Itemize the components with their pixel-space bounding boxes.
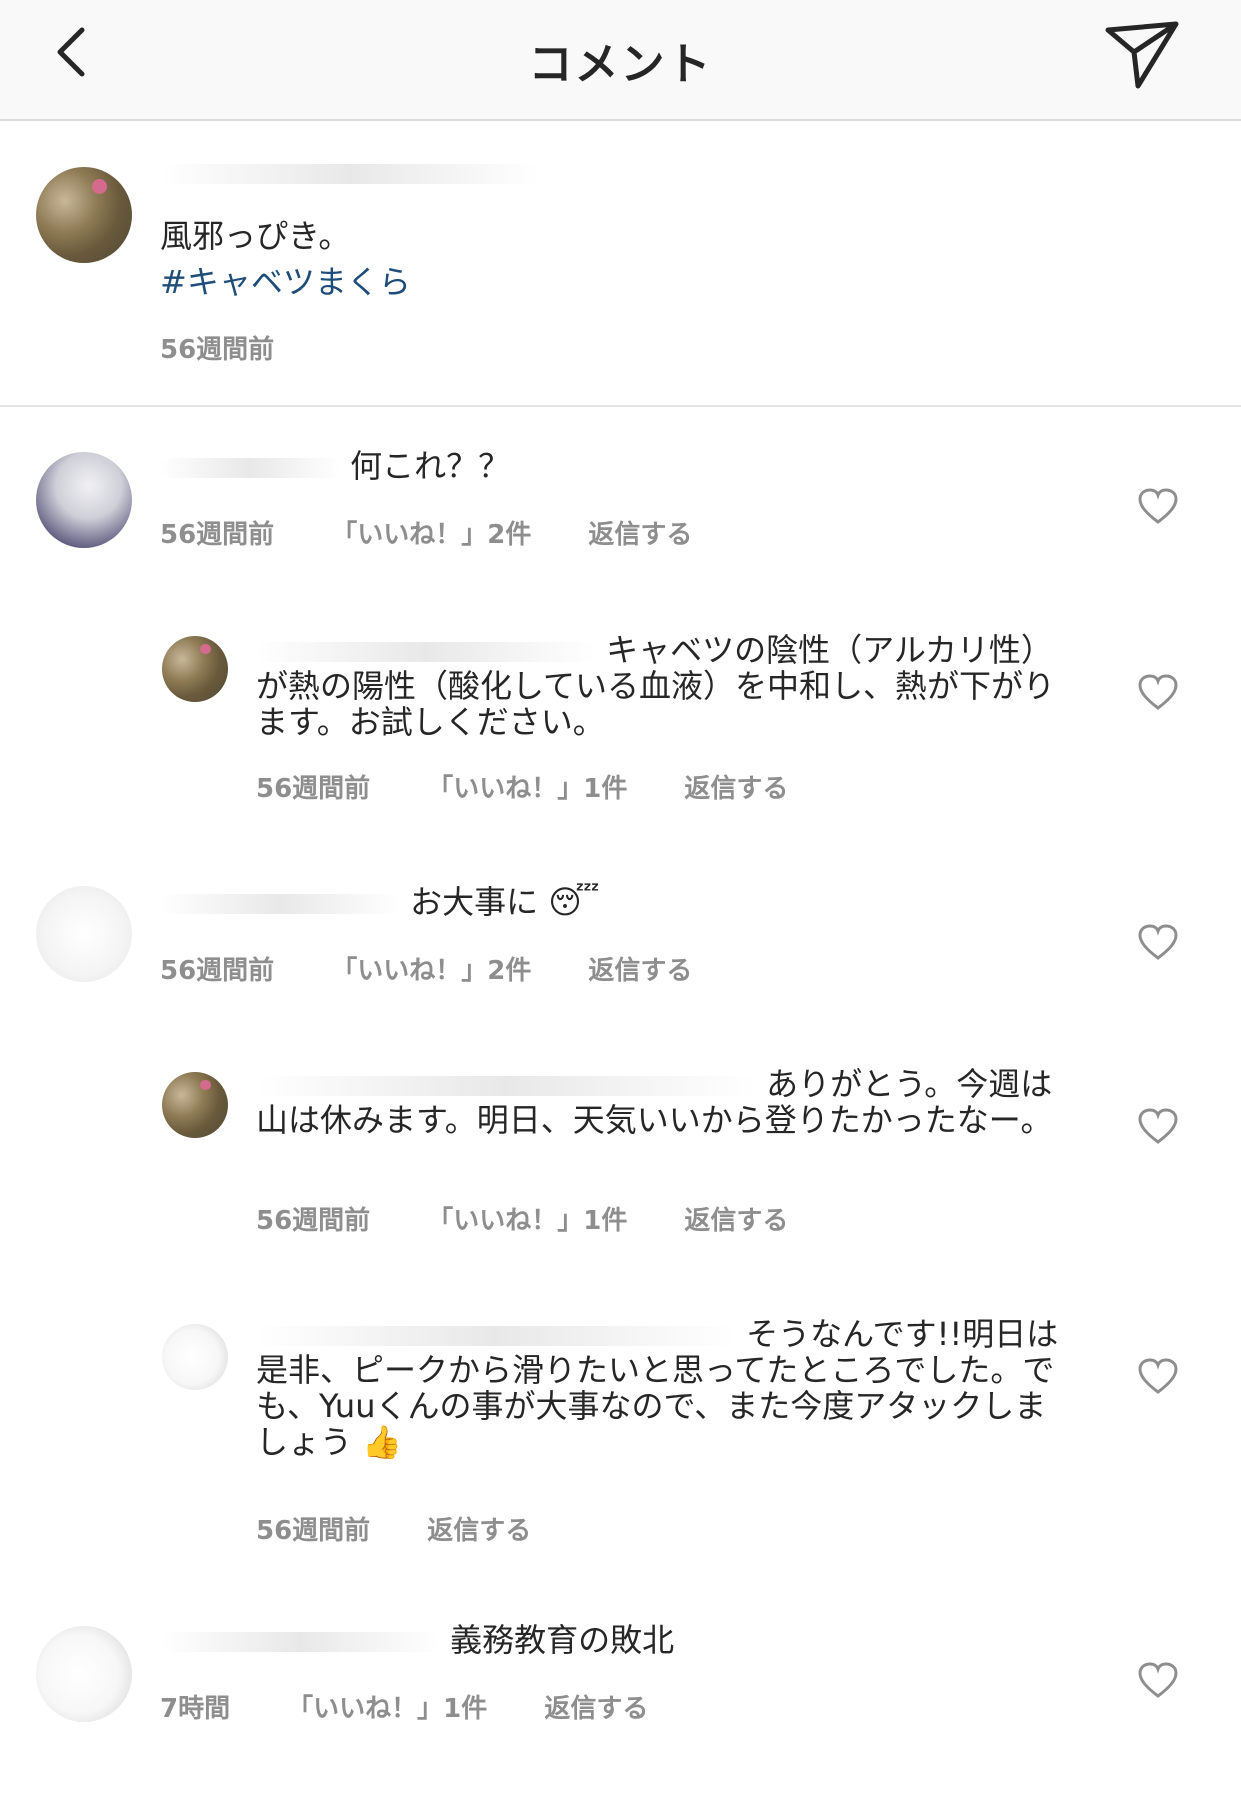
comment-meta: 56週間前 「いいね！」2件 返信する (160, 950, 740, 987)
comment-timestamp: 7時間 (160, 1694, 231, 1724)
comment-body: ありがとう。今週は山は休みます。明日、天気いいから登りたかったなー。 (256, 1066, 1076, 1138)
comment-body: 義務教育の敗北 (160, 1622, 674, 1658)
top-bar: コメント (0, 0, 1241, 121)
comment-meta: 56週間前 「いいね！」1件 返信する (256, 1200, 836, 1237)
commenter-avatar[interactable] (36, 1626, 132, 1722)
author-username-blurred (160, 163, 540, 184)
paper-plane-icon[interactable] (1100, 16, 1186, 96)
commenter-avatar[interactable] (162, 636, 228, 702)
comment-timestamp: 56週間前 (160, 956, 275, 986)
author-avatar[interactable] (36, 167, 132, 263)
comment-item: 義務教育の敗北 7時間 「いいね！」1件 返信する (0, 1614, 1241, 1734)
comment-meta: 7時間 「いいね！」1件 返信する (160, 1688, 696, 1725)
caption-hashtag-link[interactable]: #キャベツまくら (160, 259, 411, 305)
reply-button[interactable]: 返信する (684, 1200, 788, 1237)
likes-count-link[interactable]: 「いいね！」1件 (427, 1200, 627, 1237)
like-heart-icon[interactable] (1136, 672, 1180, 712)
comment-timestamp: 56週間前 (256, 1206, 371, 1236)
commenter-avatar[interactable] (162, 1072, 228, 1138)
comment-meta: 56週間前 返信する (256, 1510, 579, 1547)
comment-meta: 56週間前 「いいね！」2件 返信する (160, 514, 740, 551)
reply-comment-item: ありがとう。今週は山は休みます。明日、天気いいから登りたかったなー。 56週間前… (0, 1062, 1241, 1242)
comment-meta: 56週間前 「いいね！」1件 返信する (256, 768, 836, 805)
comment-timestamp: 56週間前 (256, 774, 371, 804)
commenter-username-blurred (256, 1076, 756, 1096)
like-heart-icon[interactable] (1136, 1356, 1180, 1396)
thumbs-up-emoji-icon: 👍 (362, 1423, 403, 1461)
caption-text: 風邪っぴき。 (160, 217, 351, 255)
likes-count-link[interactable]: 「いいね！」2件 (331, 514, 531, 551)
comment-body: お大事に 😴 (160, 884, 600, 920)
comment-text: 何これ？？ (350, 447, 511, 485)
commenter-avatar[interactable] (162, 1324, 228, 1390)
post-caption: 風邪っぴき。 #キャベツまくら 56週間前 (0, 121, 1241, 407)
commenter-username-blurred (160, 458, 340, 478)
comment-timestamp: 56週間前 (160, 520, 275, 550)
commenter-avatar[interactable] (36, 886, 132, 982)
likes-count-link[interactable]: 「いいね！」1件 (427, 768, 627, 805)
reply-comment-item: キャベツの陰性（アルカリ性）が熱の陽性（酸化している血液）を中和し、熱が下がりま… (0, 628, 1241, 804)
like-heart-icon[interactable] (1136, 486, 1180, 526)
reply-button[interactable]: 返信する (588, 950, 692, 987)
like-heart-icon[interactable] (1136, 922, 1180, 962)
commenter-username-blurred (256, 1326, 736, 1346)
reply-button[interactable]: 返信する (544, 1688, 648, 1725)
comment-timestamp: 56週間前 (256, 1516, 371, 1546)
like-heart-icon[interactable] (1136, 1106, 1180, 1146)
comment-body: キャベツの陰性（アルカリ性）が熱の陽性（酸化している血液）を中和し、熱が下がりま… (256, 632, 1076, 740)
reply-button[interactable]: 返信する (427, 1510, 531, 1547)
sleeping-face-emoji-icon: 😴 (548, 883, 600, 921)
likes-count-link[interactable]: 「いいね！」2件 (331, 950, 531, 987)
like-heart-icon[interactable] (1136, 1660, 1180, 1700)
commenter-username-blurred (256, 642, 596, 662)
reply-button[interactable]: 返信する (684, 768, 788, 805)
comment-body: 何これ？？ (160, 448, 510, 484)
commenter-avatar[interactable] (36, 452, 132, 548)
page-title: コメント (528, 39, 713, 90)
comment-text: 義務教育の敗北 (450, 1621, 675, 1659)
reply-button[interactable]: 返信する (588, 514, 692, 551)
comment-text: お大事に (410, 883, 539, 921)
commenter-username-blurred (160, 1632, 440, 1652)
caption-timestamp: 56週間前 (160, 335, 275, 365)
commenter-username-blurred (160, 894, 400, 914)
likes-count-link[interactable]: 「いいね！」1件 (287, 1688, 487, 1725)
comment-item: 何これ？？ 56週間前 「いいね！」2件 返信する (0, 440, 1241, 560)
comment-body: そうなんです!!明日は是非、ピークから滑りたいと思ってたところでした。でも、Yu… (256, 1316, 1076, 1460)
reply-comment-item: そうなんです!!明日は是非、ピークから滑りたいと思ってたところでした。でも、Yu… (0, 1312, 1241, 1552)
comment-item: お大事に 😴 56週間前 「いいね！」2件 返信する (0, 876, 1241, 996)
